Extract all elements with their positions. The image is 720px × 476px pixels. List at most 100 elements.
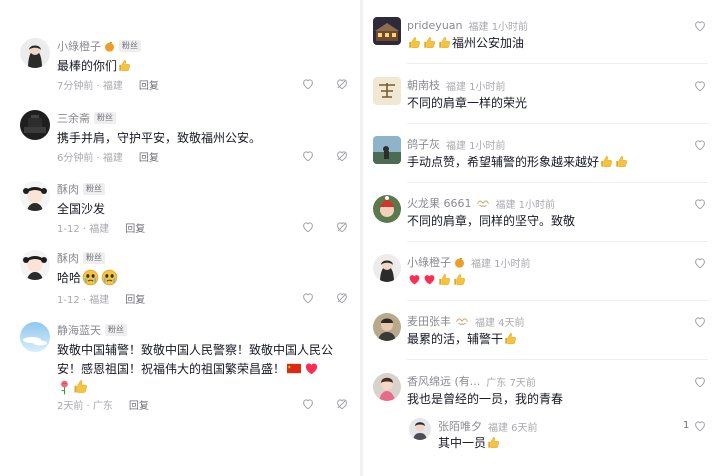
heart-outline-icon[interactable] (301, 149, 315, 163)
username[interactable]: 火龙果 6661 (407, 195, 472, 211)
username[interactable]: 酥肉 (57, 250, 79, 266)
avatar[interactable] (409, 418, 431, 440)
username[interactable]: 麦田张丰 (407, 313, 451, 329)
comment-meta: 三余斋 粉丝 (57, 110, 116, 126)
tangerine-emoji (454, 257, 465, 268)
comment-text-content: 手动点赞，希望辅警的形象越来越好 (407, 155, 600, 169)
heart-outline-icon[interactable] (693, 79, 707, 93)
comment-divider (407, 300, 708, 301)
username[interactable]: 三余斋 (57, 110, 90, 126)
time-location: 福建 4天前 (475, 317, 525, 329)
comment-text-content: 最棒的你们 (57, 59, 118, 73)
heart-outline-icon[interactable] (301, 291, 315, 305)
avatar[interactable] (20, 250, 50, 280)
comment-emoji-line (57, 379, 340, 398)
comment-meta: 酥肉 粉丝 (57, 181, 105, 197)
time-location: 福建 1小时前 (446, 140, 506, 152)
rose-emoji (59, 380, 70, 395)
reply-button[interactable]: 回复 (139, 149, 159, 164)
username[interactable]: 香风绵远 (有... (407, 373, 480, 389)
tangerine-emoji (104, 41, 115, 52)
thumbs-up-emoji (73, 379, 88, 394)
left-comment-panel: 小綠橙子 粉丝 最棒的你们 7分钟前 · 福建 回复 三余斋 粉丝 携手并肩，守… (0, 0, 360, 476)
comment-text: 我也是曾经的一员，我的青春 (407, 392, 564, 406)
comment-text: 不同的肩章，同样的坚守。致敬 (407, 214, 576, 228)
thumbs-up-emoji (600, 155, 613, 168)
time-location: 2天前 · 广东 (57, 400, 113, 412)
time-location: 广东 7天前 (486, 377, 536, 389)
avatar[interactable] (373, 77, 401, 105)
avatar[interactable] (373, 195, 401, 223)
dislike-heart-icon[interactable] (335, 397, 349, 411)
dislike-heart-icon[interactable] (335, 77, 349, 91)
comment-divider (407, 63, 708, 64)
avatar[interactable] (373, 136, 401, 164)
comment-divider (407, 241, 708, 242)
username[interactable]: 张陌唯夕 (438, 418, 482, 434)
comment-text-line: 致敬中国辅警！致敬中国人民警察！致敬中国人民公 (57, 343, 334, 357)
comment-divider (407, 123, 708, 124)
heart-outline-icon[interactable] (693, 19, 707, 33)
red-heart-emoji (423, 273, 436, 286)
heart-outline-icon[interactable] (693, 197, 707, 211)
reply-button[interactable]: 回复 (129, 397, 149, 412)
comment-text-content: 其中一员 (438, 436, 487, 450)
fan-badge: 粉丝 (119, 40, 141, 52)
avatar[interactable] (20, 110, 50, 140)
username[interactable]: 鸽子灰 (407, 136, 440, 152)
right-comment-panel: prideyuan 福建 1小时前 福州公安加油 朝南枝 福建 1小时前 不同的… (363, 0, 720, 476)
username[interactable]: 静海蓝天 (57, 322, 101, 338)
dislike-heart-icon[interactable] (335, 291, 349, 305)
time-location: 1-12 · 福建 (57, 223, 110, 235)
handshake-icon (476, 198, 490, 208)
thumbs-up-emoji (504, 332, 517, 345)
avatar[interactable] (373, 17, 401, 45)
heart-outline-icon[interactable] (693, 419, 707, 433)
username[interactable]: 小綠橙子 (57, 38, 101, 54)
reply-button[interactable]: 回复 (139, 77, 159, 92)
heart-outline-icon[interactable] (693, 315, 707, 329)
username[interactable]: 酥肉 (57, 181, 79, 197)
avatar[interactable] (373, 313, 401, 341)
time-location: 1-12 · 福建 (57, 294, 110, 306)
time-location: 福建 1小时前 (495, 199, 556, 211)
avatar[interactable] (20, 322, 50, 352)
comment-text-content: 最累的活，辅警干 (407, 332, 504, 346)
comment-text-content: 安！感恩祖国！祝福伟大的祖国繁荣昌盛！ (57, 362, 286, 376)
comment-text: 最棒的你们 (57, 57, 340, 76)
avatar[interactable] (20, 38, 50, 68)
thumbs-up-emoji (408, 36, 421, 49)
comment-text: 手动点赞，希望辅警的形象越来越好 (407, 153, 700, 172)
reply-button[interactable]: 回复 (125, 291, 145, 306)
username[interactable]: prideyuan (407, 19, 463, 32)
comment-meta: 静海蓝天 粉丝 (57, 322, 127, 338)
time-location: 福建 1小时前 (468, 21, 529, 33)
comment-meta: 小綠橙子 粉丝 (57, 38, 141, 54)
dislike-heart-icon[interactable] (335, 149, 349, 163)
dislike-heart-icon[interactable] (335, 220, 349, 234)
avatar[interactable] (20, 181, 50, 211)
username[interactable]: 小綠橙子 (407, 254, 451, 270)
comment-footer: 7分钟前 · 福建 回复 (57, 77, 159, 92)
heart-outline-icon[interactable] (301, 397, 315, 411)
thumbs-up-emoji (438, 36, 451, 49)
avatar[interactable] (373, 254, 401, 282)
fan-badge: 粉丝 (94, 112, 116, 124)
heart-outline-icon[interactable] (301, 77, 315, 91)
comment-footer: 6分钟前 · 福建 回复 (57, 149, 159, 164)
heart-outline-icon[interactable] (693, 375, 707, 389)
heart-outline-icon[interactable] (693, 256, 707, 270)
comment-meta: 香风绵远 (有... 广东 7天前 (407, 373, 536, 389)
crying-face-emoji (82, 269, 99, 286)
china-flag-emoji (287, 363, 301, 374)
comment-footer: 1-12 · 福建 回复 (57, 220, 145, 235)
comment-text: 福州公安加油 (407, 34, 700, 53)
comment-text (407, 271, 700, 290)
heart-outline-icon[interactable] (301, 220, 315, 234)
fan-badge: 粉丝 (83, 183, 105, 195)
reply-button[interactable]: 回复 (125, 220, 145, 235)
red-heart-emoji (304, 361, 319, 376)
heart-outline-icon[interactable] (693, 138, 707, 152)
username[interactable]: 朝南枝 (407, 77, 440, 93)
avatar[interactable] (373, 373, 401, 401)
